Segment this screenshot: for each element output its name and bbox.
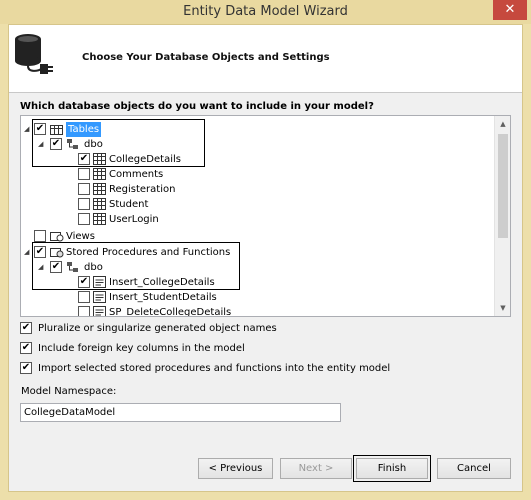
scroll-up-icon[interactable]: ▲ xyxy=(495,116,510,132)
userlogin-checkbox[interactable] xyxy=(78,213,90,225)
procedure-icon xyxy=(93,306,106,316)
tree-node-label: Comments xyxy=(109,169,164,180)
collegedetails-checkbox[interactable]: ✔ xyxy=(78,153,90,165)
scroll-down-icon[interactable]: ▼ xyxy=(495,300,510,316)
tree-scrollbar[interactable]: ▲ ▼ xyxy=(494,116,510,316)
tree-node-label: dbo xyxy=(84,262,103,273)
import-procedures-checkbox[interactable]: ✔ xyxy=(20,362,32,374)
tree-node-label: SP_DeleteCollegeDetails xyxy=(109,307,232,317)
pluralize-checkbox[interactable]: ✔ xyxy=(20,322,32,334)
tree-node-label: UserLogin xyxy=(109,214,159,225)
wizard-content: Choose Your Database Objects and Setting… xyxy=(8,24,523,492)
collapse-icon[interactable]: ◢ xyxy=(24,125,32,133)
close-icon: ✕ xyxy=(504,2,516,17)
table-icon xyxy=(93,198,106,210)
sp-deletecollegedetails-checkbox[interactable] xyxy=(78,306,90,316)
tree-node-label: CollegeDetails xyxy=(109,154,181,165)
tree-node-label: Insert_StudentDetails xyxy=(109,292,217,303)
close-button[interactable]: ✕ xyxy=(493,0,527,20)
procedure-icon xyxy=(93,291,106,303)
tables-folder-icon xyxy=(50,125,63,135)
wizard-header: Choose Your Database Objects and Setting… xyxy=(9,25,522,93)
tree-node-label: Student xyxy=(109,199,149,210)
collapse-icon[interactable]: ◢ xyxy=(38,263,46,271)
option-label: Import selected stored procedures and fu… xyxy=(38,363,391,374)
table-icon xyxy=(93,168,106,180)
tree-node-label: Insert_CollegeDetails xyxy=(109,277,215,288)
schema-icon xyxy=(67,262,78,272)
student-checkbox[interactable] xyxy=(78,198,90,210)
registeration-checkbox[interactable] xyxy=(78,183,90,195)
finish-button[interactable]: Finish xyxy=(353,455,431,482)
procedure-icon xyxy=(93,276,106,288)
table-icon xyxy=(93,183,106,195)
page-title: Choose Your Database Objects and Setting… xyxy=(82,52,330,63)
comments-checkbox[interactable] xyxy=(78,168,90,180)
wizard-window: Entity Data Model Wizard ✕ Choose Your D… xyxy=(0,0,531,500)
next-button[interactable]: Next > xyxy=(280,458,352,479)
tree-node-label: Views xyxy=(66,231,95,242)
window-title: Entity Data Model Wizard xyxy=(183,4,348,19)
dbo-checkbox[interactable]: ✔ xyxy=(50,138,62,150)
procedures-folder-icon xyxy=(50,248,64,258)
schema-icon xyxy=(67,139,78,149)
views-checkbox[interactable] xyxy=(34,230,46,242)
scroll-thumb[interactable] xyxy=(498,134,508,238)
previous-button[interactable]: < Previous xyxy=(198,458,273,479)
namespace-label: Model Namespace: xyxy=(21,386,117,397)
tree-node-label: Stored Procedures and Functions xyxy=(66,247,231,258)
database-plug-icon xyxy=(15,34,53,74)
option-label: Include foreign key columns in the model xyxy=(38,343,245,354)
foreign-key-checkbox[interactable]: ✔ xyxy=(20,342,32,354)
title-bar[interactable]: Entity Data Model Wizard ✕ xyxy=(0,0,531,24)
insert-collegedetails-checkbox[interactable]: ✔ xyxy=(78,276,90,288)
collapse-icon[interactable]: ◢ xyxy=(38,140,46,148)
tables-checkbox[interactable]: ✔ xyxy=(34,123,46,135)
stored-procedures-checkbox[interactable]: ✔ xyxy=(34,246,46,258)
collapse-icon[interactable]: ◢ xyxy=(24,248,32,256)
tree-node-label: Registeration xyxy=(109,184,176,195)
tree-node-label: dbo xyxy=(84,139,103,150)
table-icon xyxy=(93,213,106,225)
database-objects-tree[interactable]: ◢ ✔ Tables ◢ ✔ dbo ✔ CollegeDetails Comm… xyxy=(20,115,511,317)
option-label: Pluralize or singularize generated objec… xyxy=(38,323,277,334)
insert-studentdetails-checkbox[interactable] xyxy=(78,291,90,303)
tree-question: Which database objects do you want to in… xyxy=(20,101,374,112)
dbo-procedures-checkbox[interactable]: ✔ xyxy=(50,261,62,273)
views-folder-icon xyxy=(50,232,64,242)
cancel-button[interactable]: Cancel xyxy=(437,458,511,479)
tree-node-label: Tables xyxy=(66,122,102,137)
namespace-input[interactable] xyxy=(20,403,341,422)
table-icon xyxy=(93,153,106,165)
